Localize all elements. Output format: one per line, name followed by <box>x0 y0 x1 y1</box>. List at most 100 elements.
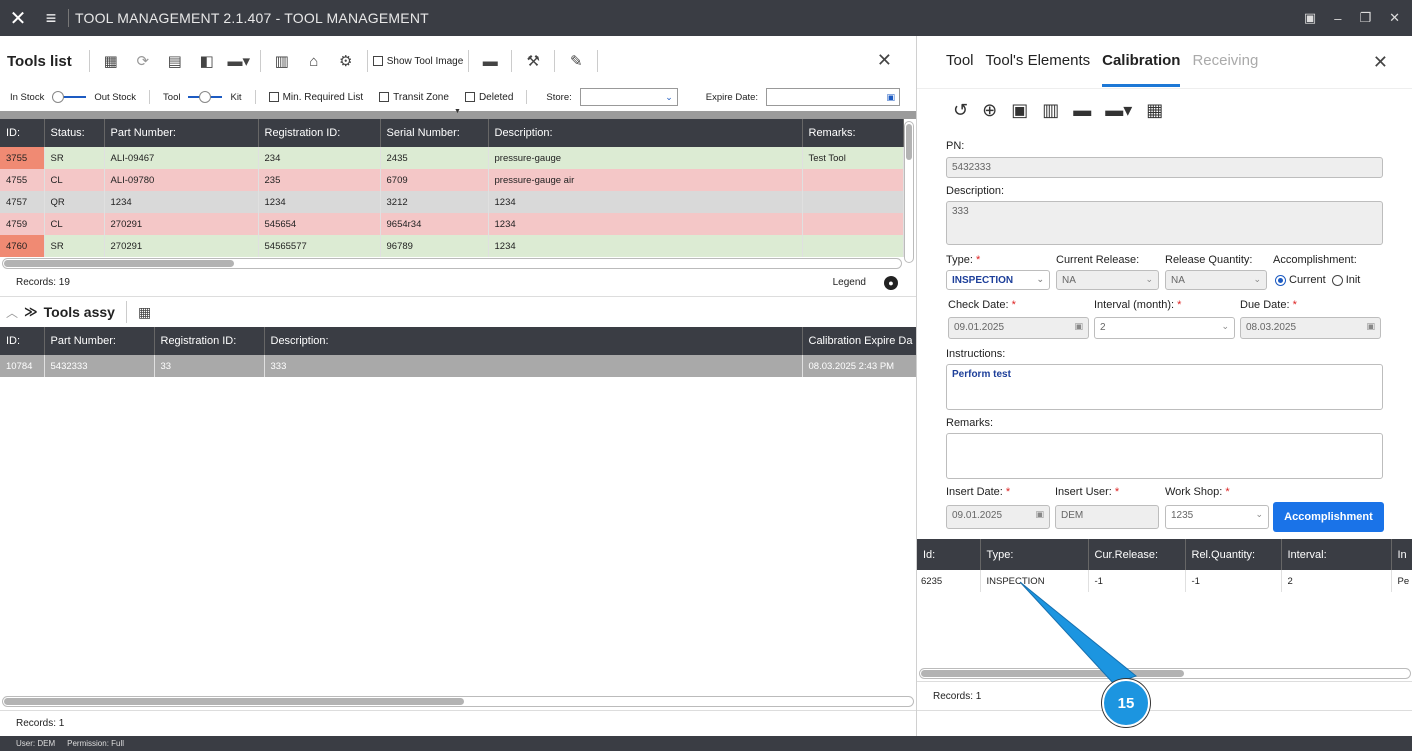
insert-user-field[interactable]: DEM <box>1055 505 1159 529</box>
cell-pn: ALI-09467 <box>104 147 259 169</box>
col-header[interactable]: In <box>1391 539 1412 570</box>
col-header[interactable]: Id: <box>917 539 981 570</box>
gear-hand-icon[interactable]: ⚙ <box>335 50 357 72</box>
cell-id: 4760 <box>0 235 45 257</box>
col-header[interactable]: Type: <box>980 539 1089 570</box>
tab-receiving[interactable]: Receiving <box>1192 52 1258 73</box>
tools-list-table: ID: Status: Part Number: Registration ID… <box>0 119 904 257</box>
release-quantity-select[interactable]: NA ⌄ <box>1165 270 1267 290</box>
tools-list-vscrollbar[interactable] <box>904 121 914 263</box>
tools-list-hscrollbar[interactable] <box>2 258 902 269</box>
min-required-checkbox[interactable]: Min. Required List <box>268 92 363 103</box>
table-row[interactable]: 4760 SR 270291 54565577 96789 1234 <box>0 235 904 257</box>
stock-toggle[interactable] <box>52 91 87 103</box>
show-tool-image-checkbox[interactable]: Show Tool Image <box>372 56 463 67</box>
col-header[interactable]: Remarks: <box>802 119 904 147</box>
close-detail-icon[interactable]: ✕ <box>1373 52 1388 73</box>
legend-label: Legend <box>832 277 866 288</box>
instructions-field[interactable]: Perform test <box>946 364 1383 410</box>
tab-calibration[interactable]: Calibration <box>1102 52 1181 87</box>
accomplishment-button[interactable]: Accomplishment <box>1273 502 1384 532</box>
cell-pn: 270291 <box>104 235 259 257</box>
insert-user-label: Insert User: * <box>1055 486 1120 498</box>
col-header[interactable]: Registration ID: <box>154 327 265 355</box>
cell-remarks <box>802 235 904 257</box>
undo-icon[interactable]: ↺ <box>953 100 968 121</box>
description-field[interactable]: 333 <box>946 201 1383 245</box>
tab-tool[interactable]: Tool <box>946 52 974 73</box>
toolbox-icon[interactable]: ▤ <box>164 50 186 72</box>
insert-date-field[interactable]: 09.01.2025 ▣ <box>946 505 1050 529</box>
radio-init[interactable]: Init <box>1331 274 1360 286</box>
folder-icon[interactable]: ▬ <box>1073 100 1091 121</box>
separator <box>125 301 127 323</box>
col-header[interactable]: Part Number: <box>104 119 259 147</box>
refresh-icon[interactable]: ⟳ <box>132 50 154 72</box>
col-header[interactable]: Status: <box>44 119 105 147</box>
store-select[interactable]: ⌄ <box>579 88 678 106</box>
eye-icon[interactable]: ● <box>884 275 898 290</box>
home-icon[interactable]: ⌂ <box>303 50 325 72</box>
save-icon[interactable]: ▣ <box>1011 100 1028 121</box>
remarks-field[interactable] <box>946 433 1383 479</box>
tools-assy-hscrollbar[interactable] <box>2 696 914 707</box>
calculator-icon[interactable]: ▦ <box>1146 100 1163 121</box>
tools-list-heading: Tools list <box>7 52 72 70</box>
workshop-select[interactable]: 1235 ⌄ <box>1165 505 1269 529</box>
tools-icon[interactable]: ⚒ <box>522 50 544 72</box>
double-chevron-down-icon[interactable]: ≫ <box>24 304 38 320</box>
col-header[interactable]: Cur.Release: <box>1088 539 1186 570</box>
radio-current[interactable]: Current <box>1275 274 1326 286</box>
folder-icon[interactable]: ▬ <box>479 50 501 72</box>
table-row[interactable]: 4755 CL ALI-09780 235 6709 pressure-gaug… <box>0 169 904 191</box>
interval-select[interactable]: 2 ⌄ <box>1094 317 1235 339</box>
print-icon[interactable]: ▬▾ <box>1105 100 1132 121</box>
close-window-icon[interactable]: ✕ <box>1389 10 1400 26</box>
col-header[interactable]: Calibration Expire Da <box>802 327 917 355</box>
col-header[interactable]: Interval: <box>1281 539 1392 570</box>
add-icon[interactable]: ⊕ <box>982 100 997 121</box>
chevron-up-icon[interactable]: ︿ <box>6 304 18 321</box>
calculator-icon[interactable]: ▦ <box>100 50 122 72</box>
minimize-icon[interactable]: – <box>1334 11 1341 26</box>
cell-reg: 234 <box>258 147 381 169</box>
pn-field[interactable]: 5432333 <box>946 157 1383 178</box>
edit-doc-icon[interactable]: ✎ <box>565 50 587 72</box>
calibration-hscrollbar[interactable] <box>919 668 1411 679</box>
col-header[interactable]: Description: <box>264 327 803 355</box>
due-date-field[interactable]: 08.03.2025 ▣ <box>1240 317 1381 339</box>
tool-kit-toggle[interactable] <box>188 91 223 103</box>
out-stock-label: Out Stock <box>94 91 137 103</box>
print-icon[interactable]: ▬▾ <box>227 50 250 72</box>
menu-icon[interactable]: ≡ <box>36 8 66 29</box>
table-row[interactable]: 4757 QR 1234 1234 3212 1234 <box>0 191 904 213</box>
col-header[interactable]: Registration ID: <box>258 119 381 147</box>
table-row[interactable]: 3755 SR ALI-09467 234 2435 pressure-gaug… <box>0 147 904 169</box>
notification-icon[interactable]: ▣ <box>1304 10 1316 26</box>
check-date-field[interactable]: 09.01.2025 ▣ <box>948 317 1089 339</box>
table-row[interactable]: 10784 5432333 33 333 08.03.2025 2:43 PM <box>0 355 917 377</box>
table-row[interactable]: 4759 CL 270291 545654 9654r34 1234 <box>0 213 904 235</box>
type-select[interactable]: INSPECTION ⌄ <box>946 270 1050 290</box>
col-header[interactable]: Rel.Quantity: <box>1185 539 1282 570</box>
expire-date-input[interactable]: ▣ <box>766 88 901 106</box>
close-tools-list-icon[interactable]: ✕ <box>877 50 892 71</box>
filter-bar: In Stock Out Stock Tool Kit Min. Require… <box>0 86 916 108</box>
calculator-icon[interactable]: ▦ <box>138 304 151 321</box>
deleted-checkbox[interactable]: Deleted <box>464 92 513 103</box>
delete-icon[interactable]: ▥ <box>1042 100 1059 121</box>
col-header[interactable]: ID: <box>0 327 45 355</box>
col-header[interactable]: Serial Number: <box>380 119 489 147</box>
current-release-select[interactable]: NA ⌄ <box>1056 270 1159 290</box>
restore-icon[interactable]: ❐ <box>1359 10 1371 26</box>
window-title: TOOL MANAGEMENT 2.1.407 - TOOL MANAGEMEN… <box>75 10 429 26</box>
col-header[interactable]: ID: <box>0 119 45 147</box>
transit-zone-checkbox[interactable]: Transit Zone <box>379 92 449 103</box>
table-row[interactable]: 6235 INSPECTION -1 -1 2 Pe <box>917 570 1412 592</box>
tab-tools-elements[interactable]: Tool's Elements <box>986 52 1091 73</box>
splitter[interactable] <box>0 108 916 119</box>
clipboard-icon[interactable]: ▥ <box>271 50 293 72</box>
col-header[interactable]: Description: <box>488 119 803 147</box>
export-icon[interactable]: ◧ <box>196 50 218 72</box>
col-header[interactable]: Part Number: <box>44 327 155 355</box>
